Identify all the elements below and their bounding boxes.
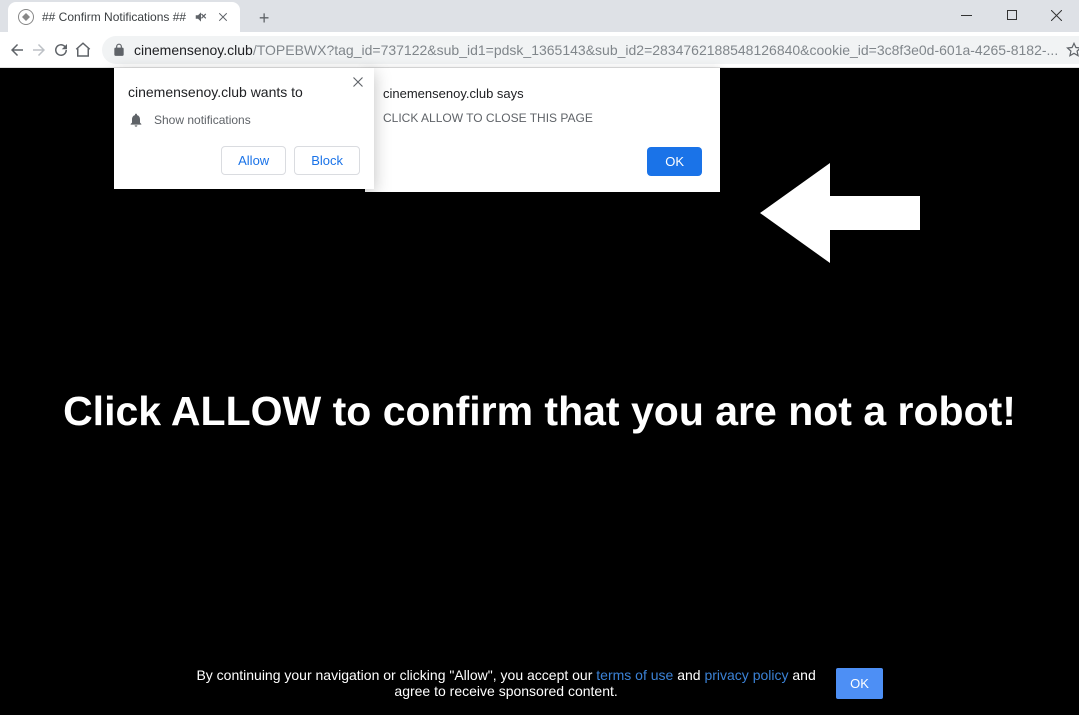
- browser-tab[interactable]: ## Confirm Notifications ##: [8, 2, 240, 32]
- block-button[interactable]: Block: [294, 146, 360, 175]
- privacy-link[interactable]: privacy policy: [704, 667, 788, 683]
- window-controls: [944, 0, 1079, 30]
- close-tab-icon[interactable]: [216, 10, 230, 24]
- notification-prompt: cinemensenoy.club wants to Show notifica…: [114, 68, 374, 189]
- minimize-button[interactable]: [944, 0, 989, 30]
- footer-ok-button[interactable]: OK: [836, 668, 883, 699]
- notification-title: cinemensenoy.club wants to: [128, 84, 360, 100]
- js-alert-message: CLICK ALLOW TO CLOSE THIS PAGE: [383, 111, 702, 125]
- allow-button[interactable]: Allow: [221, 146, 286, 175]
- back-button[interactable]: [8, 36, 26, 64]
- new-tab-button[interactable]: +: [250, 4, 278, 32]
- address-bar[interactable]: cinemensenoy.club/TOPEBWX?tag_id=737122&…: [102, 36, 1079, 64]
- close-window-button[interactable]: [1034, 0, 1079, 30]
- titlebar: ## Confirm Notifications ## +: [0, 0, 1079, 32]
- reload-button[interactable]: [52, 36, 70, 64]
- maximize-button[interactable]: [989, 0, 1034, 30]
- footer-bar: By continuing your navigation or clickin…: [0, 667, 1079, 699]
- footer-text: By continuing your navigation or clickin…: [196, 667, 816, 699]
- home-button[interactable]: [74, 36, 92, 64]
- notification-row: Show notifications: [128, 112, 360, 128]
- forward-button[interactable]: [30, 36, 48, 64]
- main-heading: Click ALLOW to confirm that you are not …: [0, 388, 1079, 435]
- notification-row-text: Show notifications: [154, 113, 251, 127]
- js-alert-dialog: cinemensenoy.club says CLICK ALLOW TO CL…: [365, 68, 720, 192]
- audio-mute-icon[interactable]: [194, 10, 208, 24]
- lock-icon[interactable]: [112, 43, 126, 57]
- terms-link[interactable]: terms of use: [596, 667, 673, 683]
- close-icon[interactable]: [352, 76, 364, 88]
- arrow-icon: [760, 158, 920, 268]
- js-alert-ok-button[interactable]: OK: [647, 147, 702, 176]
- js-alert-title: cinemensenoy.club says: [383, 86, 702, 101]
- bookmark-star-icon[interactable]: [1066, 42, 1079, 58]
- bell-icon: [128, 112, 144, 128]
- toolbar: cinemensenoy.club/TOPEBWX?tag_id=737122&…: [0, 32, 1079, 68]
- globe-icon: [18, 9, 34, 25]
- url-text: cinemensenoy.club/TOPEBWX?tag_id=737122&…: [134, 42, 1058, 58]
- page-content: Click ALLOW to confirm that you are not …: [0, 68, 1079, 715]
- tab-title: ## Confirm Notifications ##: [42, 10, 186, 24]
